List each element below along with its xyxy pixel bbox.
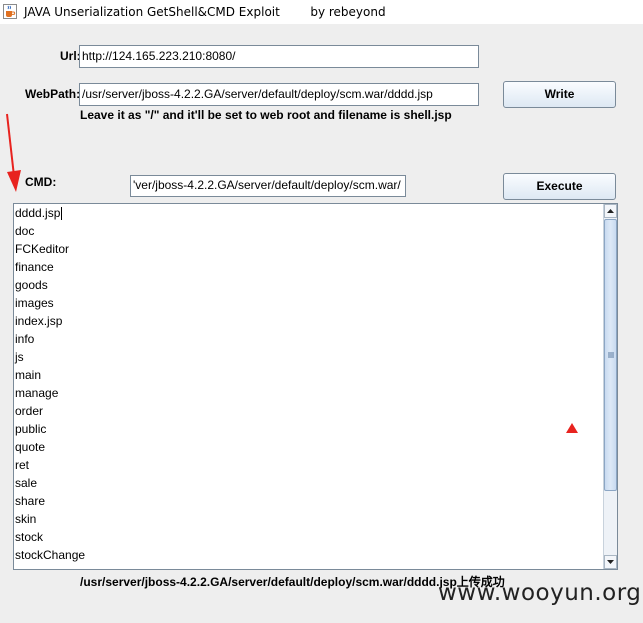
url-label: Url: bbox=[60, 49, 81, 63]
output-line: ret bbox=[15, 458, 30, 472]
output-line: goods bbox=[15, 278, 48, 292]
output-line: images bbox=[15, 296, 54, 310]
vertical-scrollbar[interactable] bbox=[603, 204, 617, 569]
java-cup-icon bbox=[3, 4, 17, 19]
execute-button[interactable]: Execute bbox=[503, 173, 616, 200]
output-line: … bbox=[15, 564, 85, 569]
output-line: finance bbox=[15, 260, 54, 274]
output-line: dddd.jsp bbox=[15, 206, 63, 221]
scroll-up-button[interactable] bbox=[604, 204, 617, 218]
output-line: stock bbox=[15, 530, 44, 544]
output-line: skin bbox=[15, 512, 37, 526]
output-line: doc bbox=[15, 224, 35, 238]
output-line: public bbox=[15, 422, 47, 436]
output-line: quote bbox=[15, 440, 46, 454]
output-line: main bbox=[15, 368, 42, 382]
output-list: dddd.jsp doc FCKeditor finance goods images in… bbox=[15, 204, 86, 569]
red-arrow-annotation-icon bbox=[6, 113, 21, 192]
output-text-area[interactable]: dddd.jsp doc FCKeditor finance goods images in… bbox=[13, 203, 618, 570]
red-triangle-annotation-icon bbox=[566, 423, 578, 433]
text-caret bbox=[61, 207, 63, 221]
watermark: www.wooyun.org bbox=[438, 580, 642, 606]
output-line: js bbox=[15, 350, 24, 364]
webpath-input[interactable]: /usr/server/jboss-4.2.2.GA/server/defaul… bbox=[79, 83, 479, 106]
cmd-input[interactable]: 'ver/jboss-4.2.2.GA/server/default/deplo… bbox=[130, 175, 406, 197]
write-button[interactable]: Write bbox=[503, 81, 616, 108]
output-line: index.jsp bbox=[15, 314, 63, 328]
arrow-up-icon bbox=[607, 209, 614, 213]
output-line: order bbox=[15, 404, 44, 418]
arrow-down-icon bbox=[607, 560, 614, 564]
output-line: sale bbox=[15, 476, 38, 490]
grip-icon bbox=[608, 352, 614, 358]
webpath-hint: Leave it as "/" and it'll be set to web … bbox=[80, 108, 452, 122]
url-input[interactable]: http://124.165.223.210:8080/ bbox=[79, 45, 479, 68]
output-line: FCKeditor bbox=[15, 242, 70, 256]
scroll-down-button[interactable] bbox=[604, 555, 617, 569]
window-title: JAVA Unserialization GetShell&CMD Exploi… bbox=[24, 5, 386, 19]
output-line: info bbox=[15, 332, 35, 346]
webpath-label: WebPath: bbox=[25, 87, 81, 101]
title-bar: JAVA Unserialization GetShell&CMD Exploi… bbox=[0, 0, 643, 24]
output-line: stockChange bbox=[15, 548, 86, 562]
output-line: manage bbox=[15, 386, 59, 400]
output-line: share bbox=[15, 494, 46, 508]
scroll-thumb[interactable] bbox=[604, 219, 617, 491]
